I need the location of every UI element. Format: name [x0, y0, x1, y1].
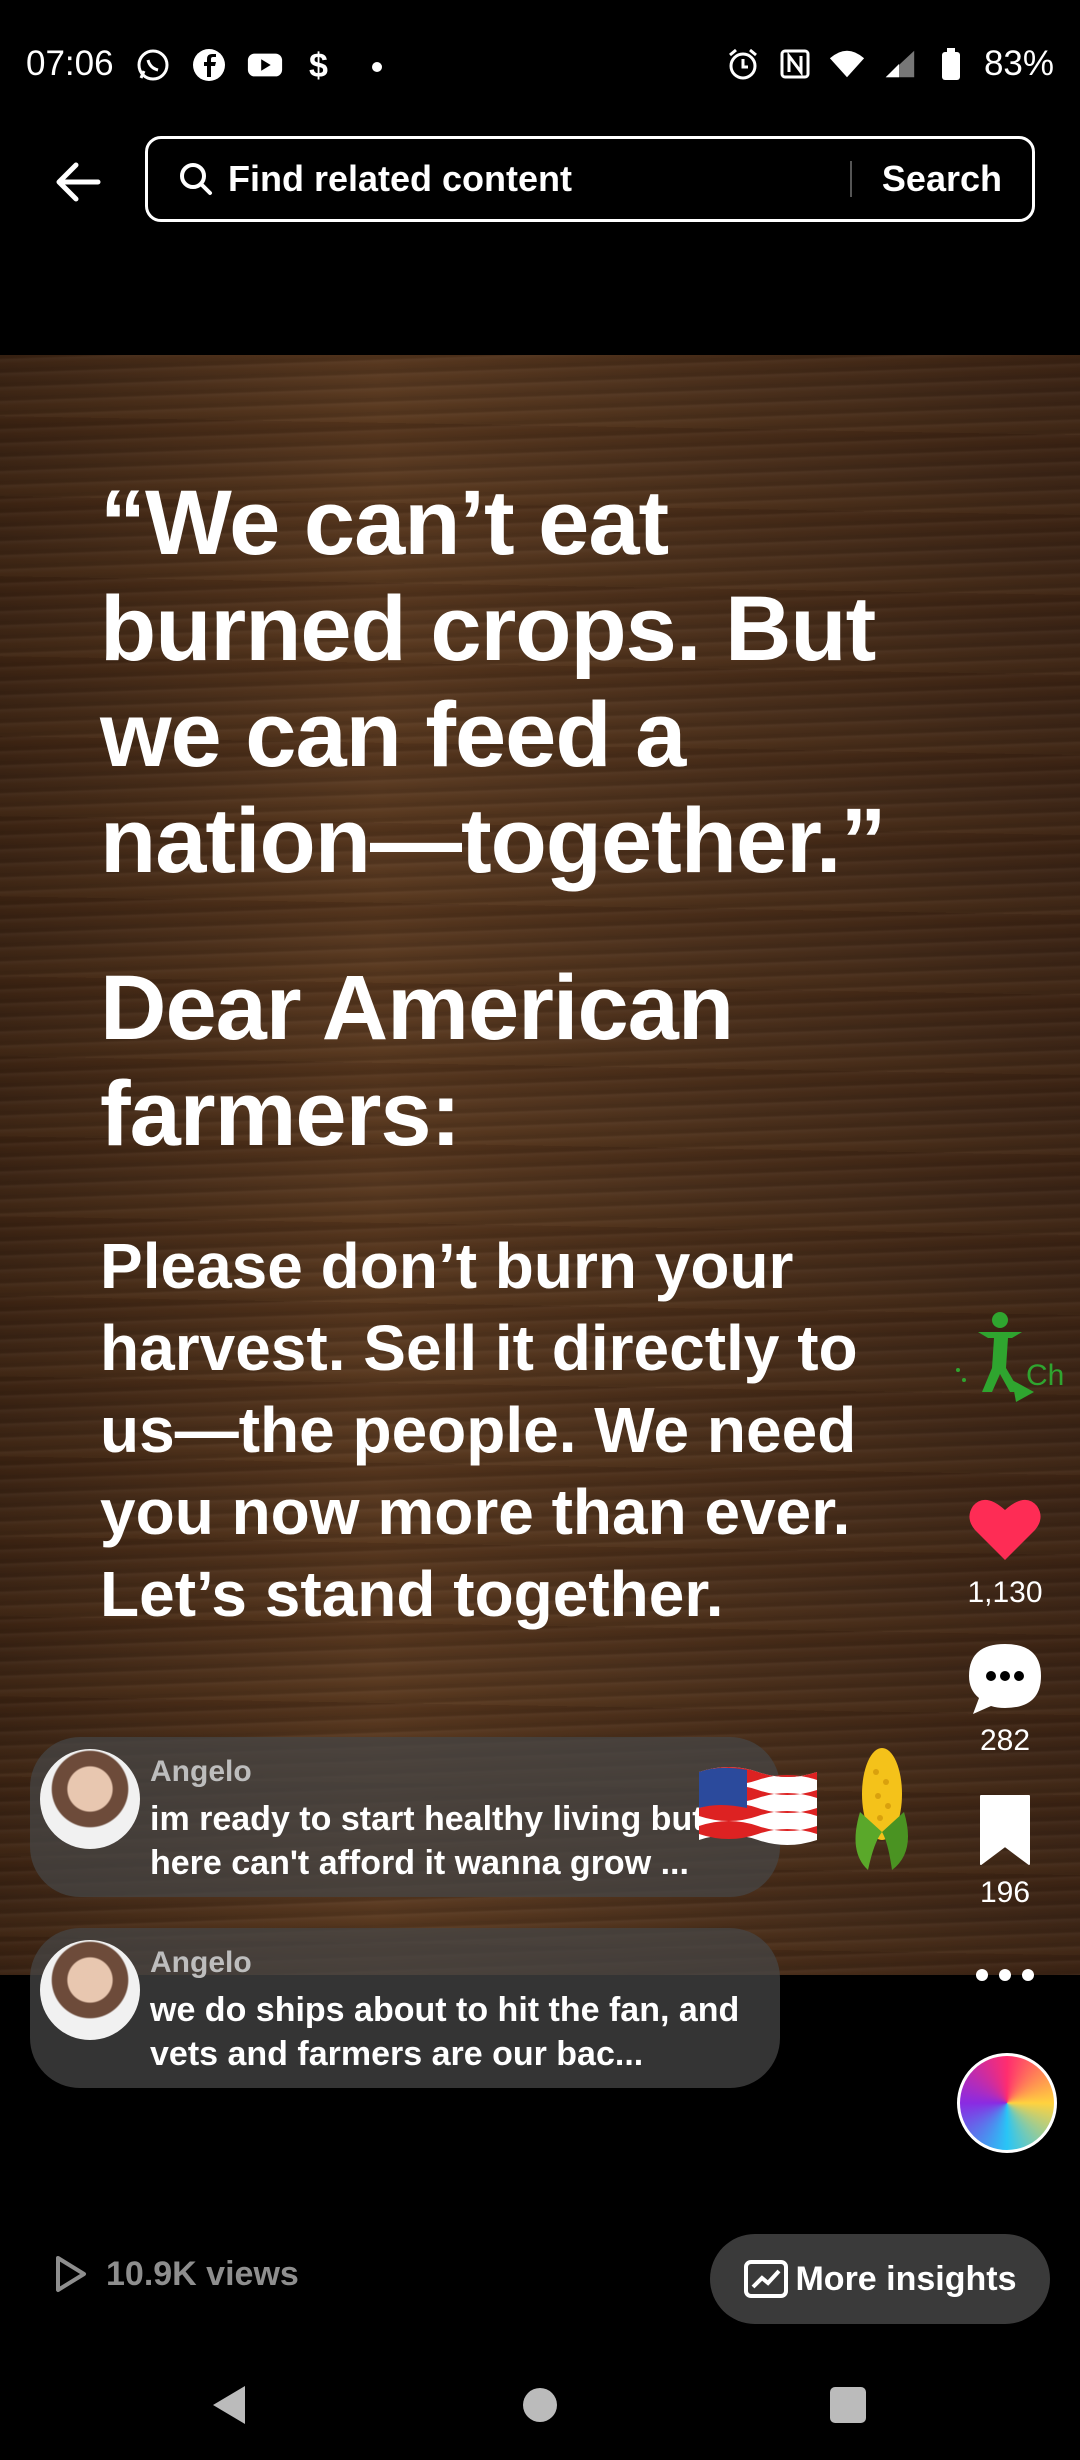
back-button[interactable] [48, 152, 108, 212]
views-text: 10.9K views [106, 2254, 299, 2293]
system-navigation-bar [0, 2350, 1080, 2460]
more-options-button[interactable] [970, 1960, 1040, 1990]
post-quote: “We can’t eat burned crops. But we can f… [100, 472, 886, 892]
comment-icon [969, 1644, 1041, 1714]
comment-bubble[interactable]: Angelo im ready to start healthy living … [30, 1737, 780, 1897]
search-button[interactable]: Search [852, 158, 1032, 200]
back-arrow-icon [56, 162, 101, 202]
like-button[interactable]: 1,130 [955, 1490, 1055, 1610]
top-bar: Find related content Search [0, 130, 1080, 230]
comment-text: we do ships about to hit the fan, and ve… [150, 1991, 740, 2073]
save-button[interactable]: 196 [955, 1790, 1055, 1910]
whatsapp-icon [134, 46, 172, 84]
svg-text:Ch: Ch [1026, 1359, 1064, 1392]
commenter-avatar[interactable] [40, 1749, 140, 1849]
dot-icon [358, 46, 396, 84]
post-body: Please don’t burn your harvest. Sell it … [100, 1230, 858, 1630]
comment-author: Angelo [150, 1755, 252, 1788]
youtube-icon [246, 46, 284, 84]
farmer-logo-icon: Ch [956, 1312, 1064, 1402]
alarm-icon [724, 45, 762, 83]
search-input[interactable]: Find related content [228, 158, 850, 200]
system-status: 83% [724, 44, 1054, 84]
nav-recents-icon[interactable] [823, 2380, 873, 2430]
views-count: 10.9K views [48, 2252, 299, 2296]
corn-icon [855, 1748, 908, 1870]
play-outline-icon [56, 2256, 86, 2292]
search-icon [180, 163, 212, 195]
nav-back-icon[interactable] [205, 2380, 255, 2430]
search-bar[interactable]: Find related content Search [145, 136, 1035, 222]
signal-icon [880, 45, 918, 83]
comment-author: Angelo [150, 1946, 252, 1979]
save-count: 196 [979, 1876, 1031, 1909]
creator-avatar[interactable]: Ch [948, 1310, 1066, 1428]
heart-icon [969, 1499, 1041, 1560]
more-dots-icon [976, 1969, 1034, 1981]
more-insights-button[interactable]: More insights [710, 2234, 1050, 2324]
insights-label: More insights [795, 2259, 1017, 2298]
comment-bubble[interactable]: Angelo we do ships about to hit the fan,… [30, 1928, 780, 2088]
comment-text: im ready to start healthy living but her… [150, 1800, 704, 1882]
us-flag-icon [699, 1767, 817, 1845]
nav-home-icon[interactable] [515, 2380, 565, 2430]
bottom-info-bar: 10.9K views More insights [0, 2230, 1080, 2330]
bookmark-icon [980, 1795, 1030, 1865]
cash-app-icon: $ [302, 46, 340, 84]
svg-text:$: $ [309, 47, 328, 83]
battery-icon [932, 45, 970, 83]
facebook-icon [190, 46, 228, 84]
like-count: 1,130 [967, 1576, 1043, 1609]
notification-icons: $ [134, 46, 396, 84]
comment-count: 282 [979, 1724, 1031, 1757]
sound-disc[interactable] [957, 2053, 1057, 2153]
post-heading: Dear American farmers: [100, 957, 734, 1165]
battery-percent: 83% [983, 44, 1054, 83]
nfc-icon [776, 45, 814, 83]
status-bar: 07:06 $ 83% [0, 0, 1080, 130]
comment-button[interactable]: 282 [955, 1638, 1055, 1758]
status-time: 07:06 [26, 44, 114, 83]
insights-chart-icon [744, 2260, 789, 2298]
wifi-icon [828, 45, 866, 83]
commenter-avatar[interactable] [40, 1940, 140, 2040]
